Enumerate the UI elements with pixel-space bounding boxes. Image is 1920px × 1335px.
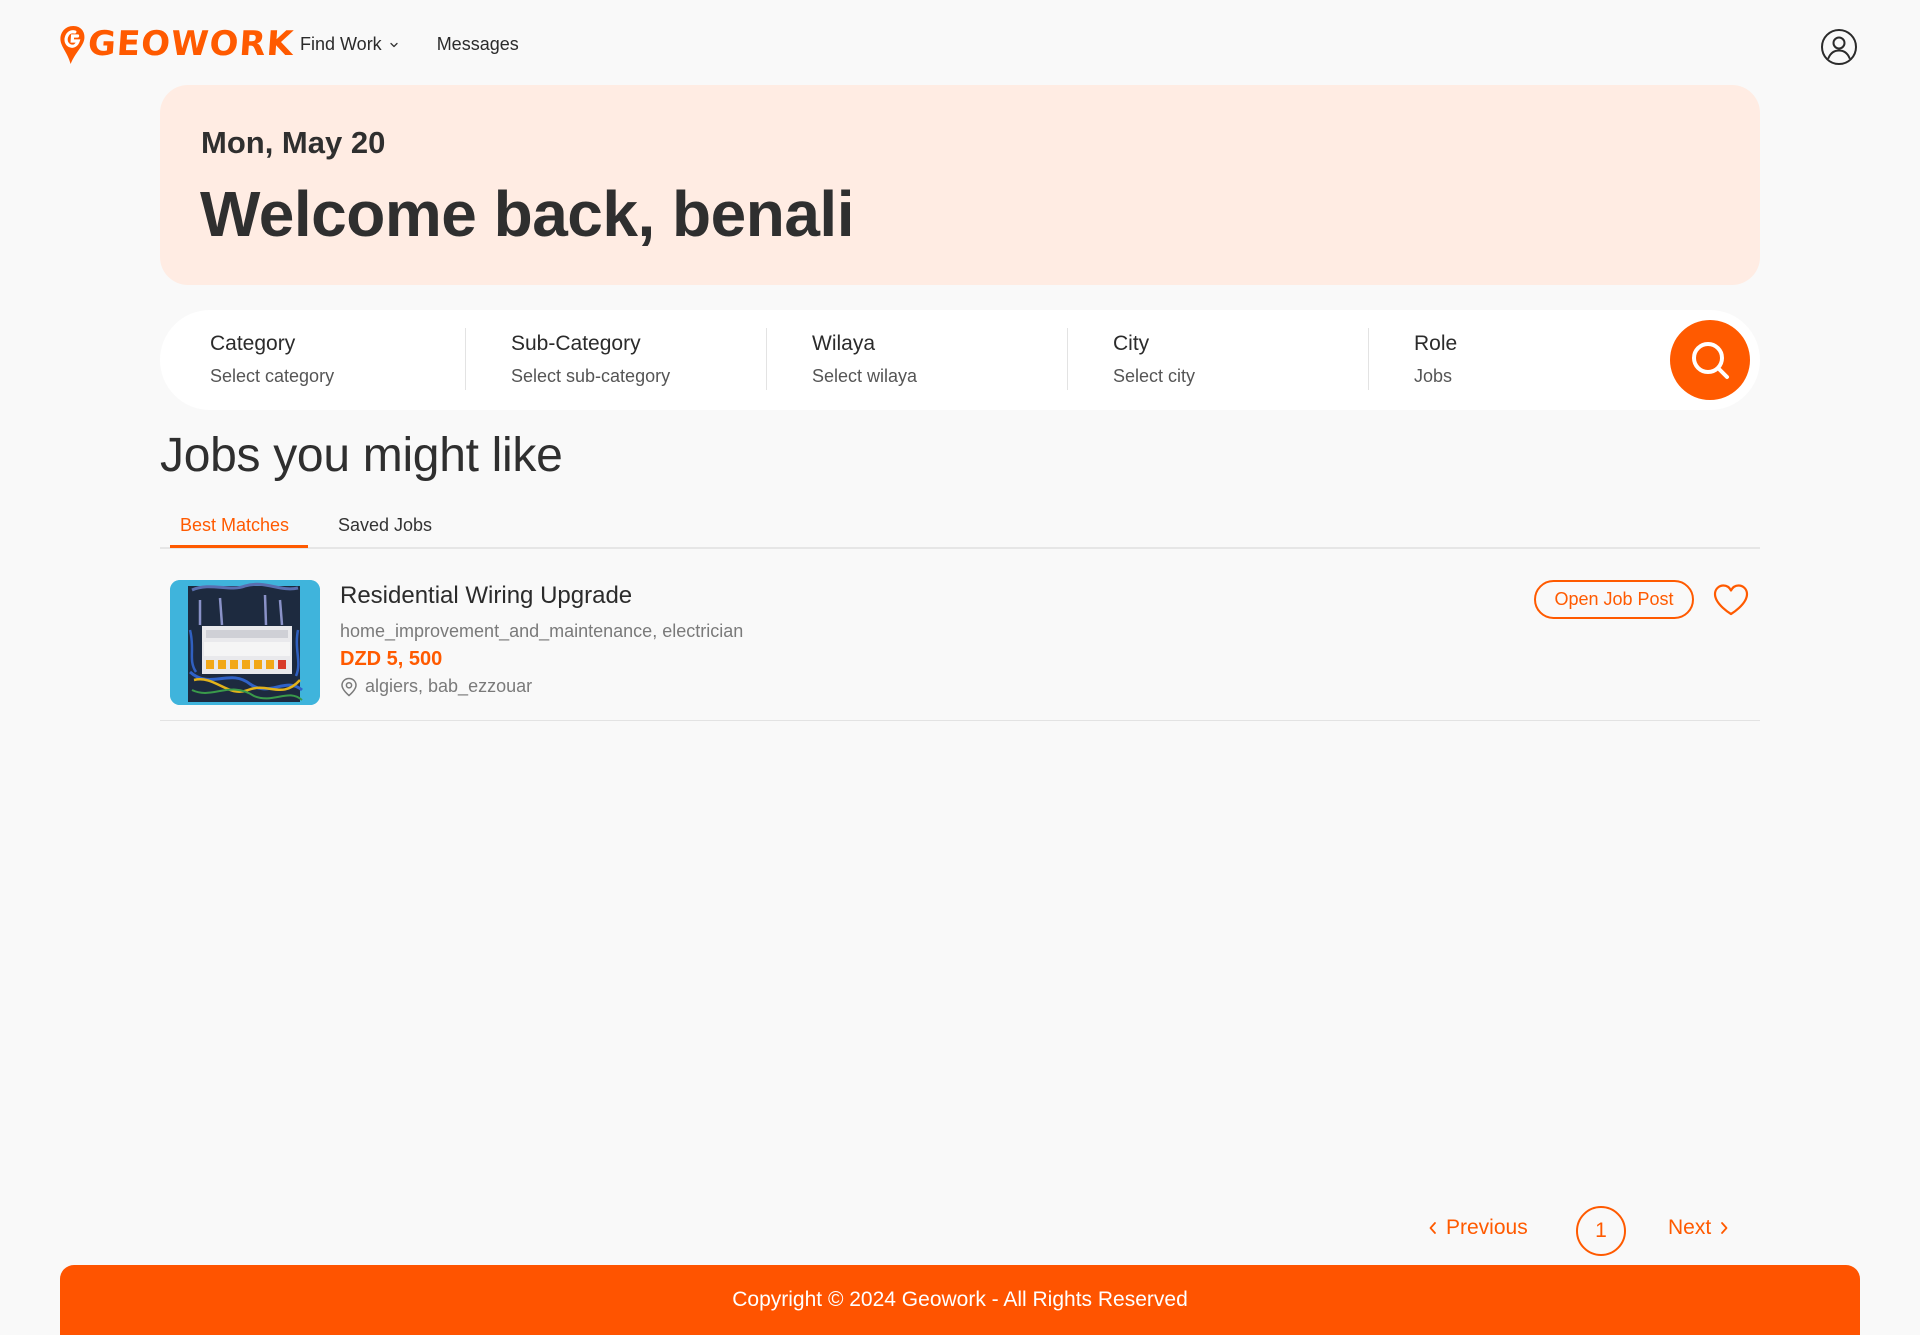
location-pin-icon: [341, 677, 357, 696]
job-categories: home_improvement_and_maintenance, electr…: [340, 621, 744, 641]
open-job-post-button[interactable]: Open Job Post: [1534, 580, 1694, 619]
job-search-bar: Category Select category Sub-Category Se…: [160, 310, 1760, 410]
user-account-button[interactable]: [1820, 28, 1858, 66]
heart-icon: [1713, 584, 1749, 616]
page-number-button[interactable]: 1: [1576, 1206, 1626, 1256]
job-price: DZD 5, 500: [340, 648, 443, 670]
filter-role[interactable]: Role Jobs: [1414, 328, 1714, 390]
tab-saved-jobs[interactable]: Saved Jobs: [338, 515, 432, 549]
filter-divider: [465, 328, 466, 390]
job-title-link[interactable]: Residential Wiring Upgrade: [340, 582, 632, 610]
page: GEOWORK Find Work Messages Mon, May 20 W…: [0, 0, 1920, 1335]
copyright-text: Copyright © 2024 Geowork - All Rights Re…: [732, 1288, 1188, 1311]
save-job-button[interactable]: [1711, 580, 1751, 620]
next-page-button[interactable]: Next: [1668, 1216, 1729, 1240]
site-footer: Copyright © 2024 Geowork - All Rights Re…: [60, 1265, 1860, 1335]
chevron-left-icon: [1429, 1222, 1436, 1234]
filter-sub-category-label: Sub-Category: [511, 332, 641, 355]
nav-find-work-label: Find Work: [300, 34, 382, 54]
job-location: algiers, bab_ezzouar: [340, 676, 532, 697]
filter-role-value: Jobs: [1414, 366, 1453, 386]
map-pin-logo-icon: [57, 24, 88, 64]
job-location-text: algiers, bab_ezzouar: [365, 676, 533, 696]
jobs-section-title: Jobs you might like: [160, 429, 563, 482]
tab-best-matches[interactable]: Best Matches: [180, 515, 289, 549]
filter-wilaya-value: Select wilaya: [812, 366, 918, 386]
filter-city-value: Select city: [1113, 366, 1196, 386]
chevron-right-icon: [1721, 1222, 1728, 1234]
welcome-banner: Mon, May 20 Welcome back, benali: [160, 85, 1760, 285]
filter-sub-category-value: Select sub-category: [511, 366, 671, 386]
main-nav: Find Work Messages: [300, 34, 519, 55]
previous-page-button[interactable]: Previous: [1428, 1216, 1528, 1240]
previous-page-label: Previous: [1446, 1216, 1528, 1239]
logo-wordmark: GEOWORK: [86, 24, 296, 64]
pagination: Previous 1 Next: [1420, 1204, 1760, 1256]
filter-role-label: Role: [1414, 332, 1458, 355]
filter-divider: [766, 328, 767, 390]
filter-divider: [1067, 328, 1068, 390]
nav-messages[interactable]: Messages: [437, 34, 519, 55]
active-tab-indicator: [170, 545, 308, 548]
current-date: Mon, May 20: [201, 125, 386, 160]
filter-city-label: City: [1113, 332, 1150, 355]
filter-wilaya-label: Wilaya: [812, 332, 876, 355]
search-button[interactable]: [1670, 320, 1750, 400]
job-card: Residential Wiring Upgrade home_improvem…: [160, 570, 1760, 721]
nav-find-work[interactable]: Find Work: [300, 34, 399, 55]
jobs-tabs: Best Matches Saved Jobs: [160, 505, 1760, 549]
job-thumbnail-image[interactable]: [170, 580, 320, 705]
welcome-greeting: Welcome back, benali: [200, 178, 854, 250]
user-avatar-icon: [1821, 29, 1857, 65]
top-header: GEOWORK Find Work Messages: [0, 0, 1920, 90]
next-page-label: Next: [1668, 1216, 1712, 1239]
filter-category-label: Category: [210, 332, 296, 355]
filter-category-value: Select category: [210, 366, 335, 386]
chevron-down-icon: [390, 42, 398, 47]
filter-divider: [1368, 328, 1369, 390]
nav-messages-label: Messages: [436, 34, 519, 54]
geowork-logo[interactable]: GEOWORK: [57, 24, 296, 64]
search-icon: [1692, 342, 1729, 379]
